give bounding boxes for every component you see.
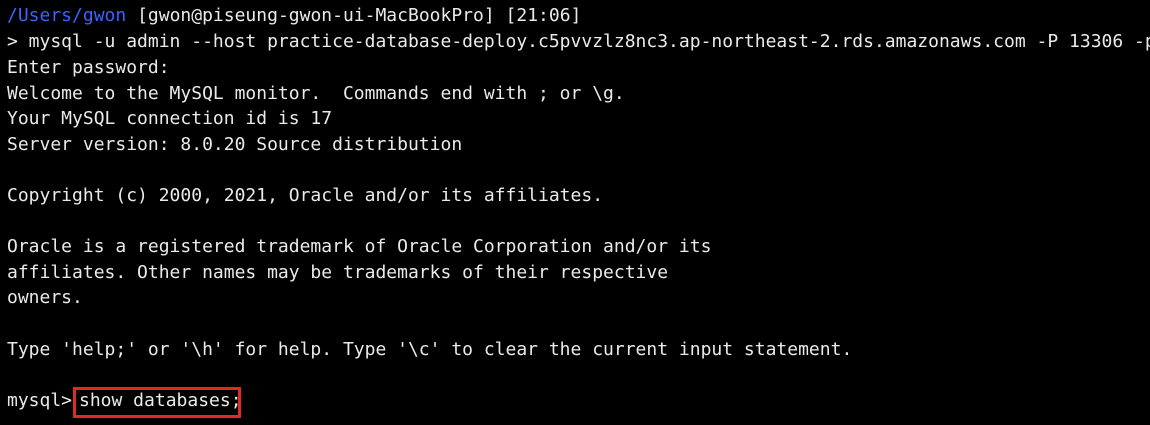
shell-prompt-header: /Users/gwon [gwon@piseung-gwon-ui-MacBoo… [7,4,581,28]
output-server-version: Server version: 8.0.20 Source distributi… [7,134,463,155]
mysql-prompt-label: mysql> [7,390,73,411]
terminal-window[interactable]: /Users/gwon [gwon@piseung-gwon-ui-MacBoo… [0,0,1150,425]
output-enter-password: Enter password: [7,57,170,78]
output-connection-id: Your MySQL connection id is 17 [7,108,333,129]
output-welcome: Welcome to the MySQL monitor. Commands e… [7,83,625,104]
output-help-hint: Type 'help;' or '\h' for help. Type '\c'… [7,339,853,360]
output-trademark-2: affiliates. Other names may be trademark… [7,262,669,283]
output-trademark-3: owners. [7,287,83,308]
current-path: /Users/gwon [7,5,127,26]
output-trademark-1: Oracle is a registered trademark of Orac… [7,236,712,257]
command-highlight-box [73,387,241,418]
prompt-time: [21:06] [505,5,582,26]
output-copyright: Copyright (c) 2000, 2021, Oracle and/or … [7,185,604,206]
user-host: [gwon@piseung-gwon-ui-MacBookPro] [137,5,495,26]
command-line-mysql: > mysql -u admin --host practice-databas… [7,31,1150,52]
